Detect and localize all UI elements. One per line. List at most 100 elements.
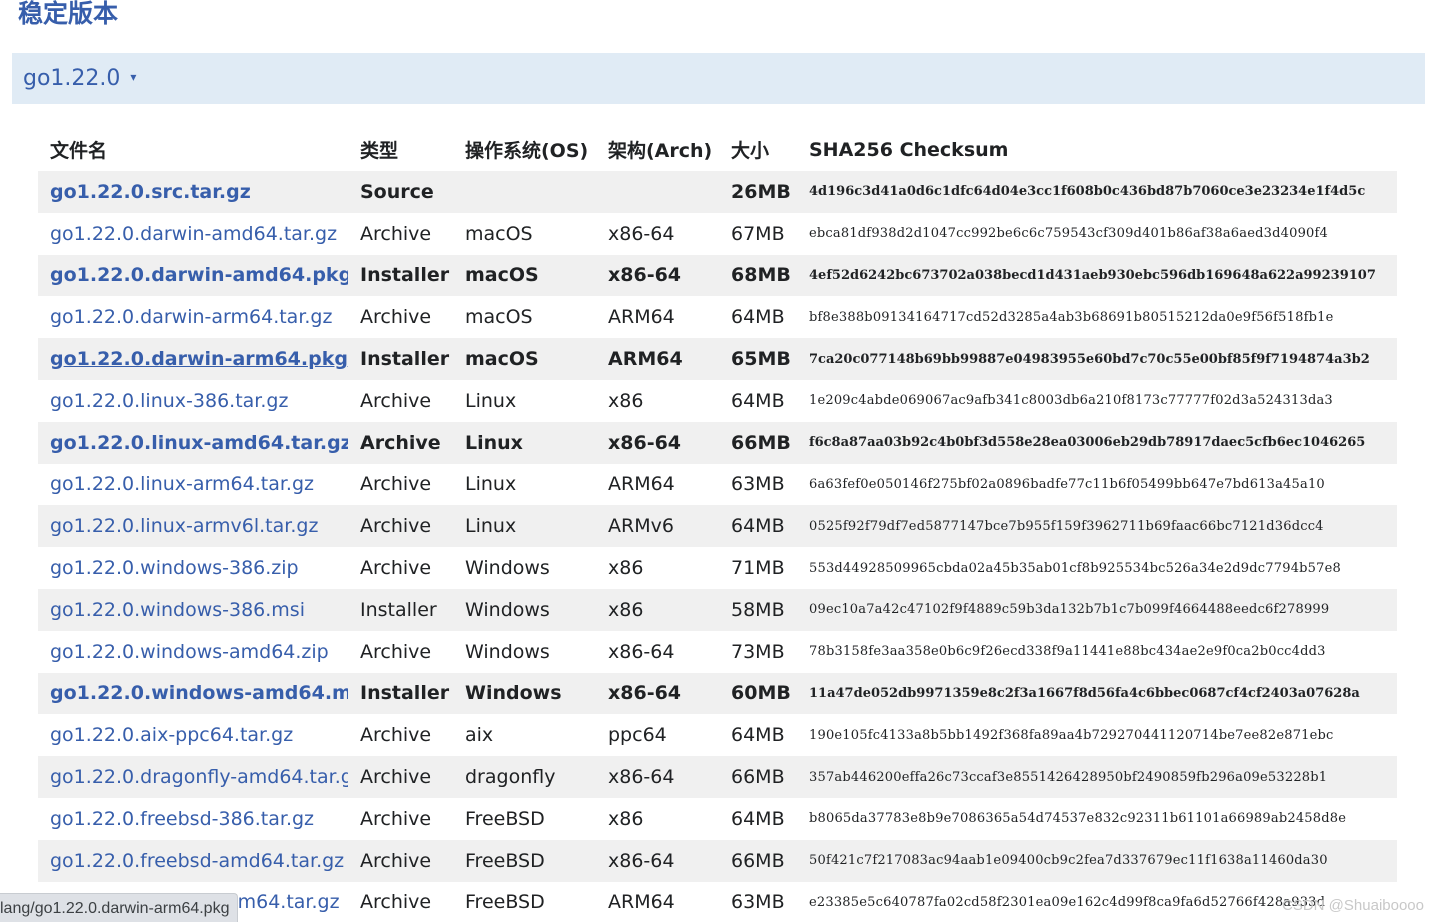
header-os: 操作系统(OS) (465, 140, 589, 162)
arch-cell: ARM64 (608, 891, 675, 914)
file-link[interactable]: go1.22.0.windows-amd64.msi (50, 682, 348, 704)
file-link[interactable]: go1.22.0.windows-386.zip (50, 557, 299, 579)
size-cell: 66MB (719, 756, 797, 798)
size-cell: 71MB (731, 557, 785, 580)
arch-cell: x86-64 (596, 756, 719, 798)
checksum-cell: 09ec10a7a42c47102f9f4889c59b3da132b7b1c7… (797, 588, 1397, 631)
size-cell: 60MB (719, 672, 797, 715)
file-link[interactable]: go1.22.0.aix-ppc64.tar.gz (50, 724, 293, 746)
checksum-cell: 78b3158fe3aa358e0b6c9f26ecd338f9a11441e8… (809, 644, 1326, 660)
file-link[interactable]: go1.22.0.freebsd-386.tar.gz (50, 808, 314, 830)
file-link[interactable]: go1.22.0.dragonfly-amd64.tar.gz (50, 766, 348, 788)
size-cell: 64MB (731, 807, 785, 830)
size-cell: 65MB (719, 338, 797, 380)
file-cell: go1.22.0.darwin-amd64.pkg (38, 254, 348, 297)
size-cell: 73MB (731, 640, 785, 663)
checksum-cell: ebca81df938d2d1047cc992be6c6c759543cf309… (809, 226, 1329, 242)
file-link[interactable]: go1.22.0.linux-armv6l.tar.gz (50, 515, 318, 537)
size-cell: 63MB (731, 891, 785, 914)
file-link[interactable]: go1.22.0.darwin-arm64.pkg (50, 348, 348, 370)
table-row: go1.22.0.freebsd-amd64.tar.gz Archive Free… (38, 839, 1397, 882)
checksum-cell: 11a47de052db9971359e8c2f3a1667f8d56fa4c6… (797, 672, 1397, 715)
os-cell: FreeBSD (465, 807, 545, 830)
caret-down-icon[interactable]: ▾ (130, 70, 136, 84)
size-cell: 63MB (731, 473, 785, 496)
file-cell: go1.22.0.darwin-arm64.tar.gz (38, 296, 348, 338)
kind-cell: Archive (360, 473, 432, 496)
arch-cell: ARM64 (608, 473, 675, 496)
table-row: go1.22.0.darwin-arm64.pkg Installer macOS A… (38, 338, 1397, 380)
os-cell: Windows (465, 557, 550, 580)
kind-cell: Archive (360, 306, 432, 329)
os-cell: Linux (453, 421, 596, 464)
kind-cell: Installer (348, 338, 453, 380)
table-row: go1.22.0.linux-armv6l.tar.gz Archive Linux… (38, 505, 1397, 548)
file-link[interactable]: go1.22.0.darwin-amd64.pkg (50, 264, 348, 286)
checksum-cell: 7ca20c077148b69bb99887e04983955e60bd7c70… (797, 338, 1397, 380)
checksum-cell: b8065da37783e8b9e7086365a54d74537e832c92… (809, 811, 1347, 827)
file-cell: go1.22.0.linux-386.tar.gz (38, 380, 348, 422)
os-cell: macOS (453, 254, 596, 297)
size-cell: 26MB (719, 171, 797, 213)
file-cell: go1.22.0.src.tar.gz (38, 171, 348, 213)
table-row: go1.22.0.aix-ppc64.tar.gz Archive aix ppc64… (38, 714, 1397, 756)
checksum-cell: 190e105fc4133a8b5bb1492f368fa89aa4b72927… (809, 727, 1334, 743)
file-link[interactable]: go1.22.0.linux-amd64.tar.gz (50, 432, 348, 454)
size-cell: 66MB (719, 421, 797, 464)
checksum-cell: f6c8a87aa03b92c4b0bf3d558e28ea03006eb29d… (797, 421, 1397, 464)
downloads-table: 文件名 类型 操作系统(OS) 架构(Arch) 大小 SHA256 Check… (38, 128, 1397, 922)
checksum-cell: 1e209c4abde069067ac9afb341c8003db6a210f8… (809, 393, 1333, 409)
kind-cell: Archive (348, 756, 453, 798)
kind-cell: Installer (348, 588, 453, 631)
file-link[interactable]: go1.22.0.src.tar.gz (50, 181, 251, 203)
kind-cell: Archive (360, 557, 432, 580)
checksum-cell: 357ab446200effa26c73ccaf3e8551426428950b… (797, 756, 1397, 798)
table-row: go1.22.0.windows-amd64.zip Archive Windows… (38, 631, 1397, 673)
file-link[interactable]: go1.22.0.linux-386.tar.gz (50, 390, 288, 412)
kind-cell: Installer (348, 672, 453, 715)
file-link[interactable]: go1.22.0.windows-amd64.zip (50, 641, 329, 663)
kind-cell: Installer (348, 254, 453, 297)
kind-cell: Archive (348, 839, 453, 882)
file-link[interactable]: go1.22.0.linux-arm64.tar.gz (50, 473, 314, 495)
file-cell: go1.22.0.windows-386.msi (38, 588, 348, 631)
file-cell: go1.22.0.dragonfly-amd64.tar.gz (38, 756, 348, 798)
version-label[interactable]: go1.22.0 (23, 66, 120, 91)
file-link[interactable]: go1.22.0.darwin-amd64.tar.gz (50, 223, 337, 245)
arch-cell: ARMv6 (596, 505, 719, 548)
arch-cell: x86 (608, 389, 644, 412)
status-url-tooltip: lang/go1.22.0.darwin-arm64.pkg (0, 893, 239, 922)
checksum-cell: bf8e388b09134164717cd52d3285a4ab3b68691b… (809, 309, 1334, 325)
arch-cell: x86 (608, 807, 644, 830)
table-row: go1.22.0.linux-386.tar.gz Archive Linux x86… (38, 380, 1397, 422)
os-cell: FreeBSD (453, 839, 596, 882)
os-cell: aix (465, 724, 494, 747)
arch-cell: ARM64 (596, 338, 719, 380)
arch-cell: x86 (608, 557, 644, 580)
table-row: go1.22.0.freebsd-386.tar.gz Archive FreeBS… (38, 798, 1397, 840)
checksum-cell: 50f421c7f217083ac94aab1e09400cb9c2fea7d3… (797, 839, 1397, 882)
kind-cell: Source (348, 171, 453, 213)
kind-cell: Archive (360, 807, 432, 830)
size-cell: 66MB (719, 839, 797, 882)
arch-cell: x86-64 (596, 421, 719, 464)
arch-cell: x86-64 (608, 640, 675, 663)
file-link[interactable]: go1.22.0.freebsd-amd64.tar.gz (50, 850, 344, 872)
version-toggle[interactable]: go1.22.0 ▾ (12, 53, 1425, 104)
file-cell: go1.22.0.windows-amd64.msi (38, 672, 348, 715)
size-cell: 58MB (719, 588, 797, 631)
file-cell: go1.22.0.darwin-arm64.pkg (38, 338, 348, 380)
kind-cell: Archive (360, 891, 432, 914)
table-row: go1.22.0.freebsd-arm64.tar.gzArchiveFree… (38, 882, 1397, 922)
table-row: go1.22.0.darwin-arm64.tar.gz Archive macOS… (38, 296, 1397, 338)
os-cell: dragonfly (453, 756, 596, 798)
table-row: go1.22.0.windows-386.zip Archive Windows x8… (38, 547, 1397, 589)
file-link[interactable]: go1.22.0.windows-386.msi (50, 599, 305, 621)
size-cell: 67MB (731, 222, 785, 245)
header-kind: 类型 (360, 140, 399, 162)
arch-cell: x86-64 (608, 222, 675, 245)
kind-cell: Archive (360, 640, 432, 663)
table-row: go1.22.0.src.tar.gz Source 26MB 4d196c3d41a… (38, 171, 1397, 213)
size-cell: 64MB (719, 505, 797, 548)
file-link[interactable]: go1.22.0.darwin-arm64.tar.gz (50, 306, 332, 328)
